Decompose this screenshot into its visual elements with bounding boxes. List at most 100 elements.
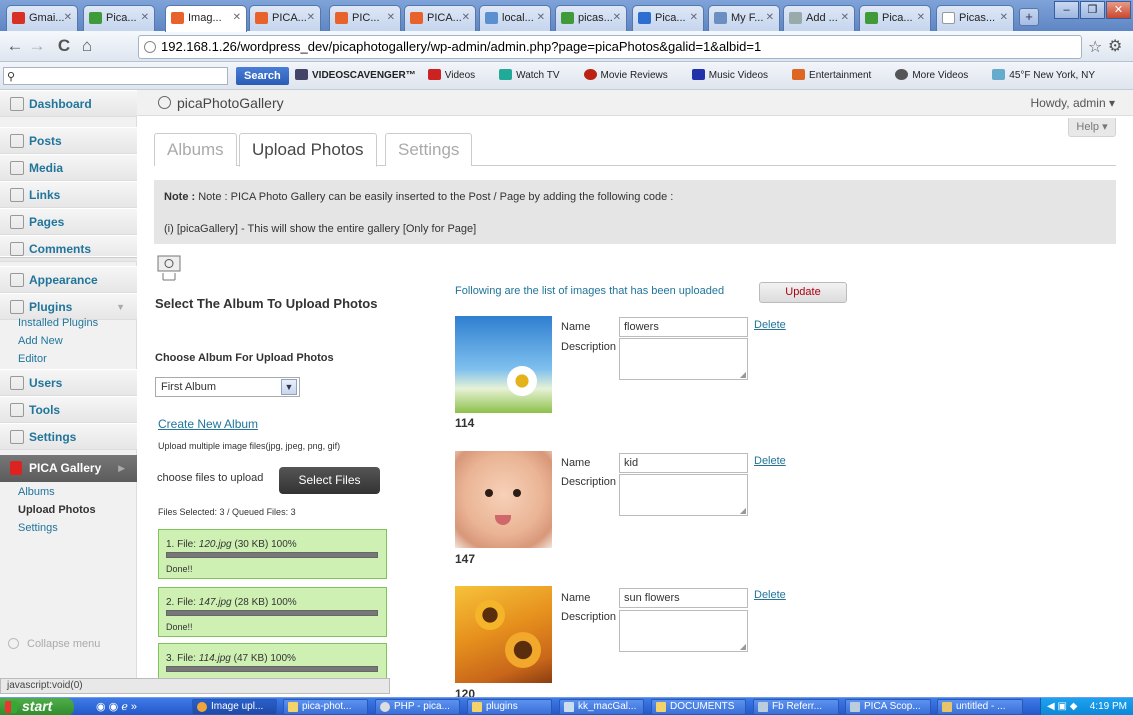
close-icon[interactable]: ✕ (766, 6, 774, 30)
submenu-upload-photos[interactable]: Upload Photos (0, 501, 137, 519)
image-name-input[interactable]: kid (619, 453, 748, 473)
chrome-icon[interactable]: ◉ (109, 701, 119, 713)
browser-tab[interactable]: Picas... ✕ (936, 5, 1014, 31)
tray-icons[interactable]: ◀ ▣ ◆ (1047, 698, 1077, 715)
close-icon[interactable]: ✕ (841, 6, 849, 30)
browser-tab[interactable]: Pica... ✕ (859, 5, 931, 31)
browser-tab[interactable]: PICA... ✕ (404, 5, 476, 31)
chevron-right-icon[interactable]: » (131, 701, 137, 713)
browser-tab[interactable]: Pica... ✕ (83, 5, 155, 31)
howdy-user-menu[interactable]: Howdy, admin ▾ (1031, 96, 1116, 110)
submenu-editor[interactable]: Editor (0, 350, 137, 368)
browser-tab[interactable]: Add ... ✕ (783, 5, 855, 31)
image-thumbnail[interactable] (455, 316, 552, 413)
settings-gear-icon[interactable]: ⚙ (1108, 36, 1122, 56)
sidebar-item-pages[interactable]: Pages (0, 208, 137, 235)
sidebar-item-dashboard[interactable]: Dashboard (0, 90, 137, 117)
start-button[interactable]: start (0, 698, 74, 715)
taskbar-button[interactable]: pica-phot... (283, 699, 368, 715)
sidebar-item-links[interactable]: Links (0, 181, 137, 208)
taskbar-button[interactable]: untitled - ... (937, 699, 1023, 715)
image-description-textarea[interactable]: ◢ (619, 338, 748, 380)
collapse-menu[interactable]: Collapse menu (8, 638, 100, 650)
delete-link[interactable]: Delete (754, 455, 786, 467)
browser-tab[interactable]: PIC... ✕ (329, 5, 401, 31)
delete-link[interactable]: Delete (754, 589, 786, 601)
close-icon[interactable]: ✕ (537, 6, 545, 30)
close-icon[interactable]: ✕ (462, 6, 470, 30)
taskbar-button[interactable]: plugins (467, 699, 552, 715)
browser-tab[interactable]: My F... ✕ (708, 5, 780, 31)
browser-tab[interactable]: Pica... ✕ (632, 5, 704, 31)
image-name-input[interactable]: sun flowers (619, 588, 748, 608)
toolbar-link-entertainment[interactable]: Entertainment (792, 69, 883, 81)
image-description-textarea[interactable]: ◢ (619, 610, 748, 652)
close-icon[interactable]: ✕ (141, 6, 149, 30)
ie-icon[interactable]: ◉ (96, 701, 106, 713)
submenu-installed-plugins[interactable]: Installed Plugins (0, 314, 137, 332)
close-icon[interactable]: ✕ (307, 6, 315, 30)
tab-settings[interactable]: Settings (385, 133, 473, 166)
close-icon[interactable]: ✕ (917, 6, 925, 30)
site-title[interactable]: picaPhotoGallery (158, 95, 284, 111)
bookmark-star-icon[interactable]: ☆ (1088, 37, 1102, 57)
submenu-albums[interactable]: Albums (0, 483, 137, 501)
back-button[interactable]: ← (6, 36, 24, 56)
image-thumbnail[interactable] (455, 586, 552, 683)
browser-tab-active[interactable]: Imag... ✕ (165, 5, 247, 32)
browser-tab-gmail[interactable]: Gmai... ✕ (6, 5, 78, 31)
close-window-button[interactable]: ✕ (1106, 1, 1131, 19)
ie-icon[interactable]: ℯ (121, 701, 128, 713)
close-icon[interactable]: ✕ (613, 6, 621, 30)
close-icon[interactable]: ✕ (387, 6, 395, 30)
sidebar-item-media[interactable]: Media (0, 154, 137, 181)
create-new-album-link[interactable]: Create New Album (158, 417, 258, 431)
taskbar-button[interactable]: kk_macGal... (559, 699, 644, 715)
tab-albums[interactable]: Albums (154, 133, 237, 166)
page-info-icon[interactable] (144, 41, 156, 53)
delete-link[interactable]: Delete (754, 319, 786, 331)
home-button[interactable]: ⌂ (78, 36, 96, 56)
tab-upload-photos[interactable]: Upload Photos (239, 133, 377, 167)
close-icon[interactable]: ✕ (1000, 6, 1008, 30)
toolbar-link-watch-tv[interactable]: Watch TV (499, 69, 571, 81)
minimize-button[interactable]: – (1054, 1, 1079, 19)
reload-button[interactable]: C (55, 36, 73, 56)
browser-tab[interactable]: picas... ✕ (555, 5, 627, 31)
taskbar-button-active[interactable]: Image upl... (192, 699, 277, 715)
browser-tab[interactable]: local... ✕ (479, 5, 551, 31)
image-name-input[interactable]: flowers (619, 317, 748, 337)
toolbar-link-movie-reviews[interactable]: Movie Reviews (583, 69, 680, 81)
taskbar-button[interactable]: DOCUMENTS (651, 699, 746, 715)
submenu-settings[interactable]: Settings (0, 519, 137, 537)
update-button[interactable]: Update (759, 282, 847, 303)
address-bar[interactable]: 192.168.1.26/wordpress_dev/picaphotogall… (138, 35, 1082, 59)
browser-tab[interactable]: PICA... ✕ (249, 5, 321, 31)
sidebar-item-settings[interactable]: Settings (0, 423, 137, 450)
taskbar-button[interactable]: PICA Scop... (845, 699, 931, 715)
toolbar-link-videoscavenger[interactable]: VIDEOSCAVENGER™ (295, 69, 416, 81)
sidebar-item-appearance[interactable]: Appearance (0, 266, 137, 293)
sidebar-item-pica-gallery[interactable]: PICA Gallery ▶ (0, 455, 137, 482)
image-description-textarea[interactable]: ◢ (619, 474, 748, 516)
forward-button[interactable]: → (28, 36, 46, 56)
album-select[interactable]: First Album ▼ (155, 377, 300, 397)
toolbar-link-videos[interactable]: Videos (427, 69, 487, 81)
sidebar-item-users[interactable]: Users (0, 369, 137, 396)
new-tab-button[interactable]: + (1019, 8, 1039, 26)
clock[interactable]: 4:19 PM (1090, 701, 1127, 712)
sidebar-item-tools[interactable]: Tools (0, 396, 137, 423)
toolbar-link-more-videos[interactable]: More Videos (895, 69, 980, 81)
close-icon[interactable]: ✕ (233, 6, 241, 30)
close-icon[interactable]: ✕ (690, 6, 698, 30)
select-files-button[interactable]: Select Files (279, 467, 380, 494)
submenu-add-new[interactable]: Add New (0, 332, 137, 350)
toolbar-search-input[interactable]: ⚲ (3, 67, 228, 85)
taskbar-button[interactable]: PHP - pica... (375, 699, 460, 715)
sidebar-item-posts[interactable]: Posts (0, 127, 137, 154)
taskbar-button[interactable]: Fb Referr... (753, 699, 839, 715)
close-icon[interactable]: ✕ (64, 6, 72, 30)
toolbar-search-button[interactable]: Search (236, 67, 289, 85)
toolbar-link-music-videos[interactable]: Music Videos (691, 69, 780, 81)
image-thumbnail[interactable] (455, 451, 552, 548)
